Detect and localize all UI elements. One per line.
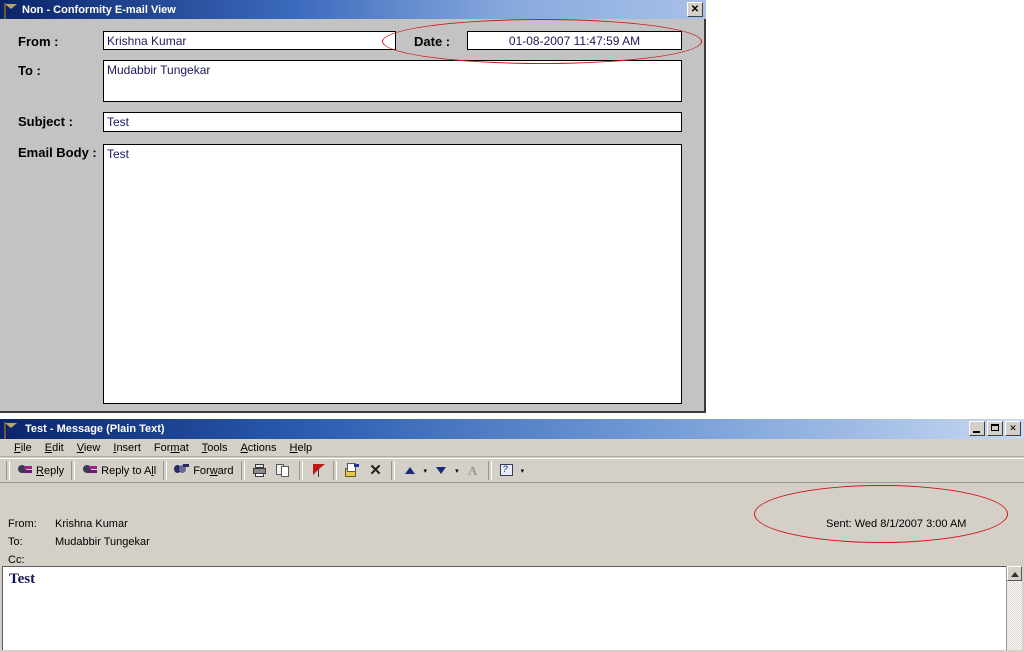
email-body-textarea[interactable]: Test <box>103 144 682 404</box>
envelope-icon <box>4 2 18 22</box>
window1-form: From : Krishna Kumar Date : 01-08-2007 1… <box>0 19 704 411</box>
menu-bar: File Edit View Insert Format Tools Actio… <box>0 439 1024 457</box>
close-icon[interactable]: ✕ <box>1005 421 1021 436</box>
menu-item-insert[interactable]: Insert <box>107 441 148 455</box>
sent-timestamp: Sent: Wed 8/1/2007 3:00 AM <box>826 518 967 530</box>
toolbar-separator <box>240 461 245 480</box>
down-arrow-icon <box>433 463 449 478</box>
menu-item-file[interactable]: File <box>8 441 39 455</box>
reply-to-all-label: Reply to All <box>101 464 157 477</box>
move-to-folder-icon <box>344 463 360 478</box>
toolbar-separator <box>298 461 303 480</box>
help-dropdown-icon[interactable]: ▾ <box>519 467 527 475</box>
to-label: To: <box>8 536 23 548</box>
previous-item-button[interactable] <box>398 460 422 481</box>
window1-title: Non - Conformity E-mail View <box>22 3 176 16</box>
forward-label: Forward <box>193 464 234 477</box>
toolbar-separator <box>332 461 337 480</box>
toolbar-separator <box>71 461 76 480</box>
next-item-button[interactable] <box>429 460 453 481</box>
message-header: From: Krishna Kumar To: Mudabbir Tungeka… <box>0 484 1024 584</box>
scroll-up-button[interactable] <box>1007 566 1022 581</box>
toolbar: Reply Reply to All Forward ✕ ▾ ▾ A ? ▾ <box>0 458 1024 483</box>
minimize-icon[interactable] <box>969 421 985 436</box>
to-label: To : <box>18 63 41 78</box>
toolbar-separator <box>390 461 395 480</box>
toolbar-separator <box>487 461 492 480</box>
scrollbar-track[interactable] <box>1007 581 1022 650</box>
cc-label: Cc: <box>8 554 25 566</box>
menu-item-tools[interactable]: Tools <box>196 441 235 455</box>
to-input[interactable]: Mudabbir Tungekar <box>103 60 682 102</box>
message-body[interactable]: Test <box>2 566 1006 650</box>
envelope-icon <box>4 422 20 441</box>
menu-item-actions[interactable]: Actions <box>234 441 283 455</box>
delete-button[interactable]: ✕ <box>364 460 388 481</box>
toolbar-grip[interactable] <box>6 461 10 480</box>
reply-all-icon <box>82 463 98 478</box>
menu-item-view[interactable]: View <box>71 441 108 455</box>
to-value[interactable]: Mudabbir Tungekar <box>55 536 150 548</box>
reply-to-all-button[interactable]: Reply to All <box>78 460 160 481</box>
delete-icon: ✕ <box>369 462 382 479</box>
toolbar-separator <box>163 461 168 480</box>
rules-button: A <box>461 460 485 481</box>
print-icon <box>252 463 268 478</box>
screenshot-root: Non - Conformity E-mail View ✕ From : Kr… <box>0 0 1024 652</box>
subject-label: Subject : <box>18 114 73 129</box>
help-icon: ? <box>499 463 515 478</box>
non-conformity-email-view-window: Non - Conformity E-mail View ✕ From : Kr… <box>0 0 706 413</box>
reply-button[interactable]: Reply <box>13 460 68 481</box>
subject-input[interactable]: Test <box>103 112 682 132</box>
menu-item-format[interactable]: Format <box>148 441 196 455</box>
reply-label: Reply <box>36 464 65 477</box>
help-button[interactable]: ? <box>495 460 519 481</box>
message-body-scrollbar[interactable] <box>1006 566 1022 650</box>
previous-item-dropdown-icon[interactable]: ▾ <box>422 467 430 475</box>
window-controls: ✕ <box>969 421 1021 436</box>
restore-icon[interactable] <box>987 421 1003 436</box>
rules-icon: A <box>467 463 478 478</box>
window1-titlebar[interactable]: Non - Conformity E-mail View ✕ <box>0 0 706 22</box>
copy-icon <box>275 463 292 478</box>
up-arrow-icon <box>402 463 418 478</box>
menu-item-help[interactable]: Help <box>284 441 320 455</box>
from-input[interactable]: Krishna Kumar <box>103 31 396 50</box>
print-button[interactable] <box>248 460 272 481</box>
reply-icon <box>17 463 33 478</box>
next-item-dropdown-icon[interactable]: ▾ <box>453 467 461 475</box>
flag-icon <box>310 463 326 478</box>
copy-button[interactable] <box>272 460 296 481</box>
forward-icon <box>174 463 190 478</box>
email-body-label: Email Body : <box>18 145 97 160</box>
menu-item-edit[interactable]: Edit <box>39 441 71 455</box>
from-value[interactable]: Krishna Kumar <box>55 518 128 530</box>
date-input[interactable]: 01-08-2007 11:47:59 AM <box>467 31 682 50</box>
close-icon[interactable]: ✕ <box>687 2 703 17</box>
from-label: From: <box>8 518 37 530</box>
date-label: Date : <box>414 34 451 49</box>
from-label: From : <box>18 34 59 49</box>
window2-titlebar[interactable]: Test - Message (Plain Text) ✕ <box>0 419 1024 441</box>
flag-button[interactable] <box>306 460 330 481</box>
window2-title: Test - Message (Plain Text) <box>25 423 165 435</box>
move-to-folder-button[interactable] <box>340 460 364 481</box>
forward-button[interactable]: Forward <box>170 460 237 481</box>
